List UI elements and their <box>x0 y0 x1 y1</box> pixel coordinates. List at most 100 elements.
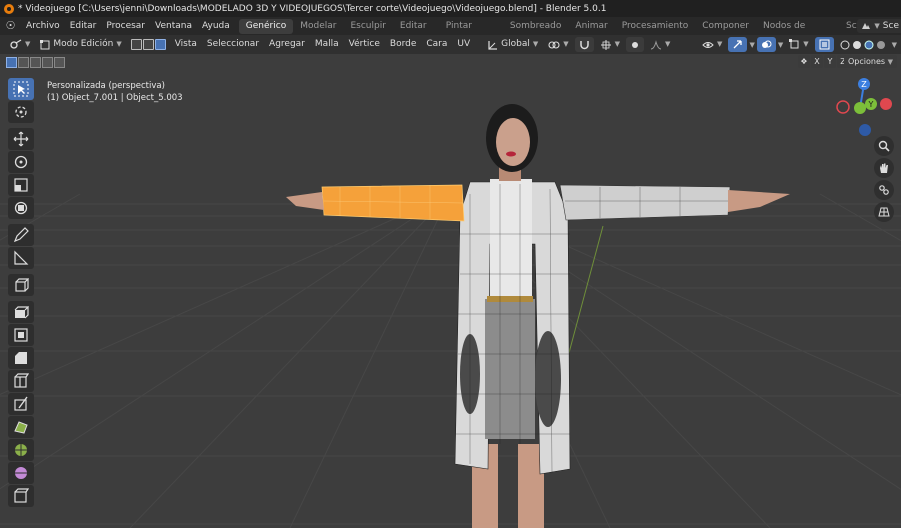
select-invert-icon[interactable] <box>42 57 53 68</box>
menu-vista[interactable]: Vista <box>171 37 201 52</box>
shirt-mesh <box>490 179 532 299</box>
menu-vertice[interactable]: Vértice <box>345 37 384 52</box>
tool-rotate[interactable] <box>8 151 34 173</box>
snap-target-button[interactable]: ▼ <box>596 37 624 52</box>
xray-toggle[interactable] <box>814 37 834 52</box>
perspective-toggle-button[interactable] <box>874 202 894 222</box>
menu-cara[interactable]: Cara <box>422 37 451 52</box>
tool-spin[interactable] <box>8 439 34 461</box>
tool-transform[interactable] <box>8 197 34 219</box>
navigation-gizmo[interactable]: Z Y <box>830 76 894 140</box>
tab-editar-uv[interactable]: Editar UV <box>393 19 439 46</box>
tool-extrude[interactable] <box>8 301 34 323</box>
vertex-select-icon[interactable] <box>130 39 142 50</box>
tab-procesamiento[interactable]: Procesamiento <box>615 19 696 34</box>
gizmo-toggle[interactable] <box>728 37 748 52</box>
mirror-axis-buttons: ❖ X Y Z <box>798 55 849 68</box>
tool-edge-slide[interactable] <box>8 485 34 507</box>
menu-procesar[interactable]: Procesar <box>101 18 150 34</box>
menu-editar[interactable]: Editar <box>65 18 102 34</box>
tool-knife[interactable] <box>8 393 34 415</box>
tab-sombreado[interactable]: Sombreado <box>503 19 568 34</box>
blender-menu-icon[interactable]: ☉ <box>4 20 17 32</box>
select-extend-icon[interactable] <box>18 57 29 68</box>
scene-selector[interactable]: ▼ Sce <box>857 19 901 33</box>
menu-malla[interactable]: Malla <box>311 37 343 52</box>
floor-grid <box>0 193 901 528</box>
material-shading-icon[interactable] <box>864 40 874 50</box>
edge-select-icon[interactable] <box>142 39 154 50</box>
rendered-shading-icon[interactable] <box>876 40 886 50</box>
wireframe-shading-icon[interactable] <box>840 40 850 50</box>
tab-modelar[interactable]: Modelar <box>293 19 343 34</box>
menu-agregar[interactable]: Agregar <box>265 37 309 52</box>
blender-logo-icon <box>4 3 14 14</box>
z-axis-label: Z <box>861 80 867 89</box>
chevron-down-icon[interactable]: ▼ <box>778 41 783 49</box>
tab-generico[interactable]: Genérico <box>238 18 294 34</box>
tool-bevel[interactable] <box>8 347 34 369</box>
pan-button[interactable] <box>874 158 894 178</box>
overlays-icon <box>761 40 772 48</box>
mode-selector[interactable]: Modo Edición ▼ <box>36 37 125 52</box>
axis-x-button[interactable]: X <box>811 55 823 68</box>
overlays-toggle[interactable] <box>756 37 776 52</box>
tool-cursor[interactable] <box>8 101 34 123</box>
tool-annotate[interactable] <box>8 224 34 246</box>
chevron-down-icon: ▼ <box>116 40 122 48</box>
falloff-button[interactable]: ▼ <box>646 37 674 52</box>
tool-add-cube[interactable] <box>8 274 34 296</box>
neg-x-axis-handle[interactable] <box>836 100 850 114</box>
butterfly-icon[interactable]: ❖ <box>798 55 810 68</box>
ruler-icon <box>14 250 29 265</box>
chevron-down-icon[interactable]: ▼ <box>892 41 897 49</box>
face-select-icon[interactable] <box>154 39 166 50</box>
xray-icon <box>819 39 830 50</box>
transform-icon <box>14 201 28 215</box>
select-subtract-icon[interactable] <box>30 57 41 68</box>
chevron-down-icon[interactable]: ▼ <box>749 41 754 49</box>
menu-archivo[interactable]: Archivo <box>21 18 65 34</box>
neg-z-axis-handle[interactable] <box>859 124 871 136</box>
tool-poly-build[interactable] <box>8 416 34 438</box>
menu-ventana[interactable]: Ventana <box>150 18 197 34</box>
editor-type-button[interactable]: ▼ <box>6 37 34 52</box>
tool-move[interactable] <box>8 128 34 150</box>
scale-icon <box>14 178 28 192</box>
tool-measure[interactable] <box>8 247 34 269</box>
x-axis-handle[interactable] <box>880 98 892 110</box>
tab-componer[interactable]: Componer <box>695 19 756 34</box>
transform-orientation-selector[interactable]: Global ▼ <box>484 37 542 52</box>
zoom-button[interactable] <box>874 136 894 156</box>
menu-seleccionar[interactable]: Seleccionar <box>203 37 263 52</box>
tab-nodos-geometria[interactable]: Nodos de geometría <box>756 19 839 46</box>
tool-scale[interactable] <box>8 174 34 196</box>
hand-icon <box>880 163 888 173</box>
proportional-edit-toggle[interactable] <box>626 37 645 52</box>
camera-view-button[interactable] <box>874 180 894 200</box>
tab-pintar-texturas[interactable]: Pintar texturas <box>439 19 503 46</box>
tool-loop-cut[interactable] <box>8 370 34 392</box>
axis-y-button[interactable]: Y <box>824 55 836 68</box>
tool-select-box[interactable] <box>8 78 34 100</box>
options-dropdown[interactable]: Opciones ▼ <box>844 55 897 68</box>
menu-ayuda[interactable]: Ayuda <box>197 18 235 34</box>
neg-y-axis-handle[interactable] <box>854 102 866 114</box>
tab-animar[interactable]: Animar <box>568 19 614 34</box>
3d-viewport[interactable] <box>0 54 901 528</box>
tab-esculpir[interactable]: Esculpir <box>343 19 392 34</box>
pivot-point-button[interactable]: ▼ <box>544 37 572 52</box>
mesh-overlay-icon <box>789 39 799 49</box>
tool-smooth[interactable] <box>8 462 34 484</box>
visibility-button[interactable]: ▼ <box>698 37 726 52</box>
mesh-edit-overlays-button[interactable]: ▼ <box>785 37 812 52</box>
viewport-scene <box>0 104 901 528</box>
tool-inset[interactable] <box>8 324 34 346</box>
select-new-icon[interactable] <box>6 57 17 68</box>
select-intersect-icon[interactable] <box>54 57 65 68</box>
menu-uv[interactable]: UV <box>453 37 474 52</box>
snap-toggle[interactable] <box>574 37 594 52</box>
viewport-subheader: ❖ X Y Z Opciones ▼ <box>0 54 901 71</box>
solid-shading-icon[interactable] <box>852 40 862 50</box>
menu-borde[interactable]: Borde <box>386 37 420 52</box>
